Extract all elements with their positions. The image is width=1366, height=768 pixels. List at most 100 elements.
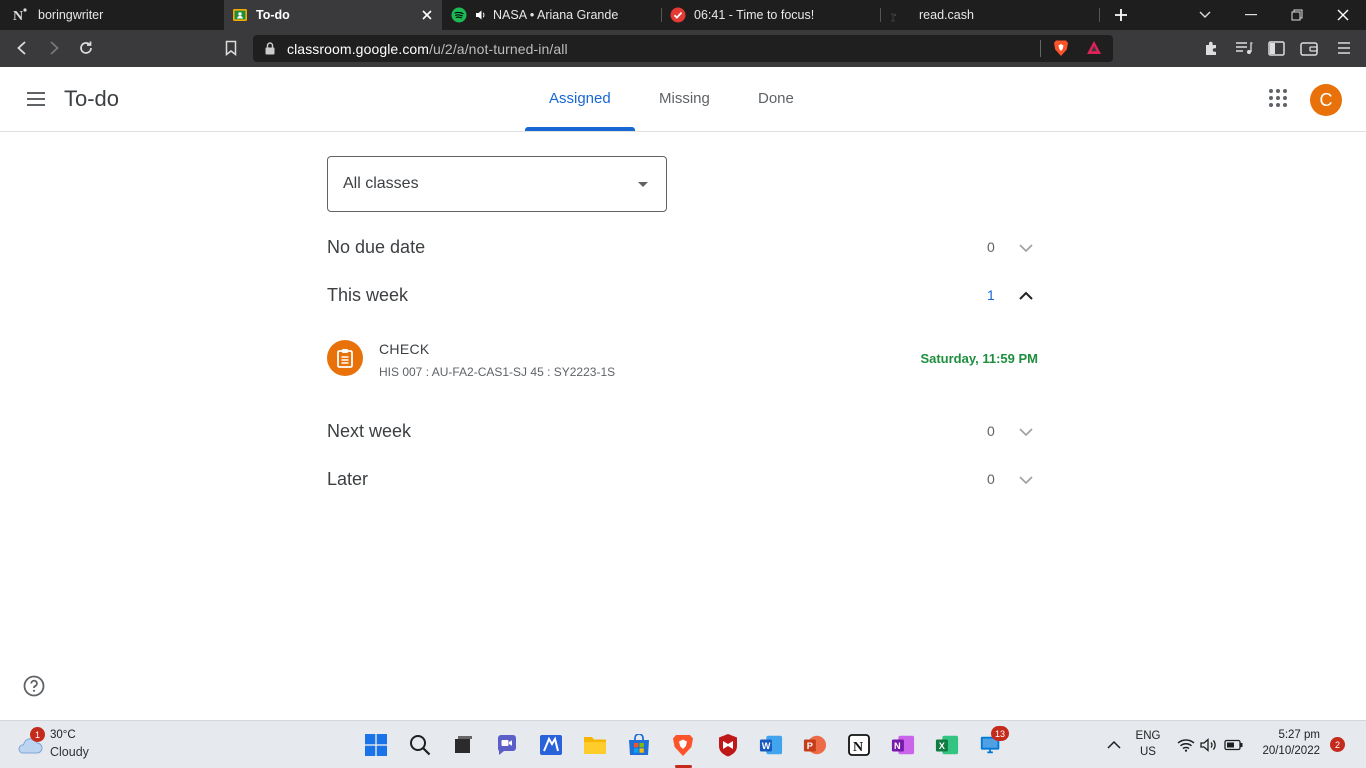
show-hidden-icons-button[interactable] xyxy=(1102,733,1126,757)
main-menu-button[interactable] xyxy=(24,87,48,111)
chevron-up-icon[interactable] xyxy=(1016,286,1036,306)
weather-widget[interactable]: 1 xyxy=(16,727,45,757)
pen-app-icon xyxy=(540,735,562,755)
section-later[interactable]: Later 0 xyxy=(327,465,1043,495)
section-count: 1 xyxy=(987,287,995,303)
word-icon: W xyxy=(759,735,783,755)
folder-icon xyxy=(584,737,606,754)
svg-text:N: N xyxy=(894,741,901,751)
wallet-icon xyxy=(1300,41,1318,56)
wallet-button[interactable] xyxy=(1299,38,1319,58)
browser-tab-title: boringwriter xyxy=(38,8,104,22)
language-primary[interactable]: ENG xyxy=(1134,730,1162,742)
browser-menu-button[interactable] xyxy=(1334,38,1354,58)
puzzle-piece-icon xyxy=(1206,41,1216,55)
class-filter-select[interactable]: All classes xyxy=(327,156,667,212)
forward-button[interactable] xyxy=(44,38,64,58)
section-next-week[interactable]: Next week 0 xyxy=(327,417,1043,447)
section-title: Next week xyxy=(327,421,412,441)
minimize-button[interactable] xyxy=(1228,0,1274,30)
browser-tab-strip: N boringwriter To-do NASA • Ariana Grand… xyxy=(0,0,1366,30)
taskbar-word[interactable]: W xyxy=(759,733,783,757)
chevron-down-icon xyxy=(1199,11,1211,18)
start-button[interactable] xyxy=(364,733,388,757)
tab-missing[interactable]: Missing xyxy=(659,90,710,107)
class-filter-value: All classes xyxy=(343,175,419,192)
sidebar-icon xyxy=(1267,40,1285,56)
bookmark-icon xyxy=(225,40,237,56)
section-this-week[interactable]: This week 1 xyxy=(327,281,1043,311)
account-avatar[interactable]: C xyxy=(1310,84,1342,116)
taskbar-app-pen[interactable] xyxy=(539,733,563,757)
restore-button[interactable] xyxy=(1274,0,1320,30)
speaker-icon[interactable] xyxy=(475,7,487,23)
taskbar-onenote[interactable]: N xyxy=(891,733,915,757)
readcash-icon: r xyxy=(889,7,905,23)
notification-center-badge[interactable]: 2 xyxy=(1330,737,1345,752)
wifi-icon xyxy=(1177,739,1195,752)
clock-date: 20/10/2022 xyxy=(1262,745,1320,757)
google-apps-button[interactable] xyxy=(1266,86,1290,110)
svg-text:P: P xyxy=(807,741,813,751)
volume-status[interactable] xyxy=(1197,733,1221,757)
close-window-button[interactable] xyxy=(1320,0,1366,30)
address-bar[interactable]: classroom.google.com/u/2/a/not-turned-in… xyxy=(253,35,1113,62)
taskbar-excel[interactable]: X xyxy=(935,733,959,757)
browser-tab-readcash[interactable]: r read.cash xyxy=(881,0,1099,30)
tab-done[interactable]: Done xyxy=(758,90,794,107)
new-tab-button[interactable] xyxy=(1098,0,1144,30)
tab-list-button[interactable] xyxy=(1182,0,1228,30)
task-view-icon xyxy=(455,736,472,753)
taskbar-brave[interactable] xyxy=(671,733,695,757)
taskbar-notion[interactable]: N xyxy=(847,733,871,757)
task-view-button[interactable] xyxy=(451,733,475,757)
windows-logo-icon xyxy=(365,734,387,756)
section-title: No due date xyxy=(327,237,426,257)
section-title: Later xyxy=(327,469,369,489)
browser-tab-focus[interactable]: 06:41 - Time to focus! xyxy=(662,0,880,30)
chevron-down-icon[interactable] xyxy=(1016,422,1036,442)
wifi-status[interactable] xyxy=(1174,733,1198,757)
battery-status[interactable] xyxy=(1222,733,1246,757)
clock-time[interactable]: 5:27 pm xyxy=(1258,729,1320,741)
reload-button[interactable] xyxy=(76,38,96,58)
media-playlist-button[interactable] xyxy=(1234,38,1254,58)
chevron-down-icon[interactable] xyxy=(1016,470,1036,490)
help-icon[interactable] xyxy=(23,675,45,697)
notion-n-icon: N xyxy=(12,7,28,23)
minimize-icon xyxy=(1245,14,1257,16)
taskbar-store[interactable] xyxy=(627,733,651,757)
assignment-title: CHECK xyxy=(379,341,430,357)
notification-count-badge: 13 xyxy=(991,726,1009,741)
taskbar-powerpoint[interactable]: P xyxy=(803,733,827,757)
browser-tab-todo[interactable]: To-do xyxy=(224,0,442,30)
chevron-down-icon[interactable] xyxy=(1016,238,1036,258)
browser-tab-boringwriter[interactable]: N boringwriter xyxy=(0,0,222,30)
search-button[interactable] xyxy=(408,733,432,757)
plus-icon xyxy=(1115,9,1127,21)
brave-rewards-icon[interactable] xyxy=(1086,40,1102,60)
close-icon xyxy=(1337,9,1349,21)
taskbar-teams[interactable]: 13 xyxy=(979,726,1009,757)
extensions-button[interactable] xyxy=(1202,38,1222,58)
back-button[interactable] xyxy=(12,38,32,58)
browser-tab-spotify[interactable]: NASA • Ariana Grande xyxy=(443,0,661,30)
mcafee-shield-icon xyxy=(719,734,737,757)
brave-shields-icon[interactable] xyxy=(1053,39,1069,62)
chat-button[interactable] xyxy=(495,733,519,757)
tab-assigned[interactable]: Assigned xyxy=(549,90,611,107)
hamburger-menu-icon xyxy=(1338,42,1350,54)
taskbar-file-explorer[interactable] xyxy=(583,733,607,757)
svg-text:N: N xyxy=(13,9,23,23)
assignment-due-date: Saturday, 11:59 PM xyxy=(920,351,1038,366)
browser-tab-title: 06:41 - Time to focus! xyxy=(694,8,815,22)
assignment-item[interactable]: CHECK HIS 007 : AU-FA2-CAS1-SJ 45 : SY22… xyxy=(327,338,1043,382)
sidebar-button[interactable] xyxy=(1266,38,1286,58)
bookmark-button[interactable] xyxy=(221,38,241,58)
section-no-due-date[interactable]: No due date 0 xyxy=(327,233,1043,263)
taskbar-mcafee[interactable] xyxy=(716,733,740,757)
back-arrow-icon xyxy=(17,41,26,55)
notion-icon: N xyxy=(848,734,870,756)
close-tab-icon[interactable] xyxy=(420,8,434,22)
dropdown-arrow-icon xyxy=(638,182,648,187)
